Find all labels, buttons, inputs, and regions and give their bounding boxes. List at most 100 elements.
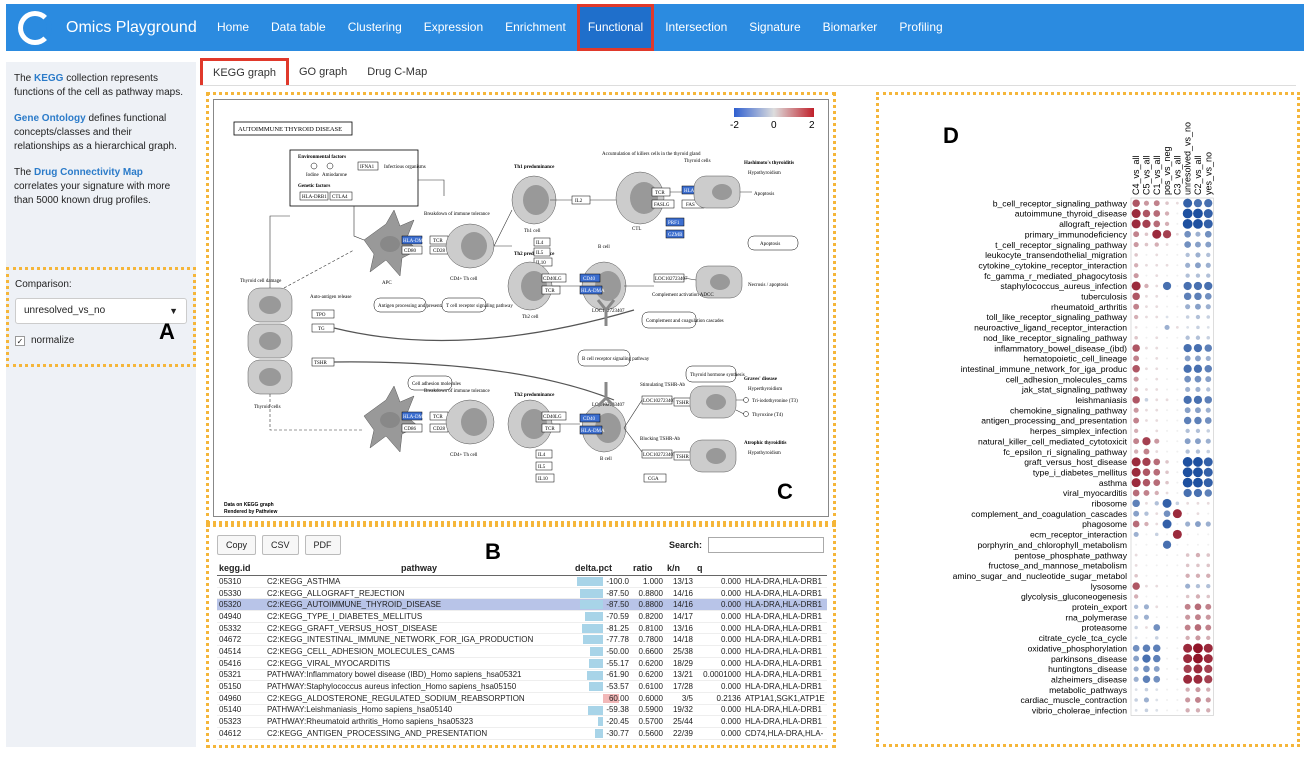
search-input[interactable]	[708, 537, 825, 553]
table-row[interactable]: 05310 C2:KEGG_ASTHMA -100.0 1.000 13/13 0.000…	[217, 575, 827, 588]
table-row[interactable]: 05416 C2:KEGG_VIRAL_MYOCARDITIS -55.17 0.62…	[217, 657, 827, 670]
heatmap-dot	[1193, 643, 1203, 654]
nav-intersection[interactable]: Intersection	[654, 4, 738, 51]
heatmap-dot	[1176, 636, 1179, 639]
heatmap-dot	[1155, 315, 1159, 319]
table-row[interactable]: 05140 PATHWAY:Leishmaniasis_Homo sapiens_…	[217, 704, 827, 717]
col-delta-pct[interactable]: delta.pct	[573, 561, 631, 576]
cell-genes: HLA-DRA,HLA-DRB1	[743, 598, 827, 612]
col-kegg-id[interactable]: kegg.id	[217, 561, 265, 576]
heatmap-dot	[1154, 501, 1159, 506]
table-row[interactable]: 05320 C2:KEGG_AUTOIMMUNE_THYROID_DISEASE -…	[217, 598, 827, 612]
col-ratio[interactable]: ratio	[631, 561, 665, 576]
nav-data-table[interactable]: Data table	[260, 4, 337, 51]
table-row[interactable]: 04960 C2:KEGG_ALDOSTERONE_REGULATED_SODIU…	[217, 692, 827, 705]
table-row[interactable]: 04672 C2:KEGG_INTESTINAL_IMMUNE_NETWORK_F…	[217, 633, 827, 647]
table-row[interactable]: 05321 PATHWAY:Inflammatory bowel disease …	[217, 669, 827, 682]
heatmap-dot	[1145, 419, 1148, 422]
tab-kegg-graph[interactable]: KEGG graph	[200, 58, 289, 85]
kegg-pathway-image[interactable]: AUTOIMMUNE THYROID DISEASE -2 0 2 Enviro…	[213, 99, 829, 517]
heatmap-dot	[1206, 501, 1210, 505]
heatmap-dot	[1186, 512, 1189, 515]
nav-biomarker[interactable]: Biomarker	[812, 4, 889, 51]
heatmap-dot	[1176, 616, 1179, 619]
nav-enrichment[interactable]: Enrichment	[494, 4, 577, 51]
col-kn[interactable]: k/n	[665, 561, 695, 576]
heatmap-dot	[1155, 388, 1159, 391]
heatmap-dot	[1204, 675, 1213, 684]
label: Th2 cell	[522, 315, 539, 320]
heatmap-dot	[1155, 357, 1159, 360]
table-row[interactable]: 04940 C2:KEGG_TYPE_I_DIABETES_MELLITUS -70…	[217, 610, 827, 623]
heatmap-dot	[1166, 305, 1169, 308]
heatmap-dot	[1183, 674, 1193, 684]
nav-expression[interactable]: Expression	[413, 4, 494, 51]
cell-pathway: PATHWAY:Staphylococcus aureus infection_…	[265, 680, 573, 693]
delta-value: -53.57	[606, 682, 629, 692]
nav-profiling[interactable]: Profiling	[888, 4, 953, 51]
search-label: Search:	[669, 540, 703, 550]
heatmap-dot	[1145, 564, 1148, 567]
cell-kn: 13/13	[665, 575, 695, 588]
nav-signature[interactable]: Signature	[738, 4, 811, 51]
label: TCR	[545, 289, 555, 294]
heatmap-dot	[1133, 510, 1140, 517]
heatmap-dot	[1144, 232, 1149, 237]
heatmap[interactable]: C4_vs_all C5_vs_all C1_vs_all pos_vs_neg C3_…	[879, 95, 1297, 744]
label: FASLG	[654, 203, 670, 208]
table-row[interactable]: 05332 C2:KEGG_GRAFT_VERSUS_HOST_DISEASE -8…	[217, 622, 827, 635]
nav-clustering[interactable]: Clustering	[337, 4, 413, 51]
cell-delta-pct: -70.59	[573, 610, 631, 623]
csv-button[interactable]: CSV	[262, 535, 299, 555]
table-header: kegg.id pathway delta.pct ratio k/n q	[217, 561, 827, 576]
heatmap-dot	[1143, 614, 1150, 620]
heatmap-dot	[1165, 470, 1169, 475]
copy-button[interactable]: Copy	[217, 535, 257, 555]
table-row[interactable]: 04612 C2:KEGG_ANTIGEN_PROCESSING_AND_PRES…	[217, 727, 827, 740]
brand[interactable]: Omics Playground	[18, 11, 197, 45]
heatmap-dot	[1182, 467, 1193, 478]
tab-drug-cmap[interactable]: Drug C-Map	[357, 58, 437, 85]
nav-functional[interactable]: Functional	[576, 4, 655, 51]
kegg-link[interactable]: KEGG	[34, 73, 63, 84]
cell-pathway: C2:KEGG_ALLOGRAFT_REJECTION	[265, 587, 573, 600]
heatmap-dot	[1195, 687, 1201, 693]
heatmap-dot	[1133, 242, 1139, 248]
delta-bar	[582, 635, 603, 645]
heatmap-dot	[1176, 378, 1179, 381]
heatmap-row-label: parkinsons_disease	[1051, 654, 1127, 664]
label: IL5	[536, 251, 544, 256]
heatmap-dot	[1185, 553, 1190, 557]
delta-value: -87.50	[606, 588, 629, 598]
tab-go-graph[interactable]: GO graph	[289, 58, 357, 85]
label: Atrophic thyroiditis	[744, 441, 787, 446]
col-q[interactable]: q	[695, 561, 743, 576]
heatmap-dot	[1206, 387, 1211, 392]
pdf-button[interactable]: PDF	[304, 535, 341, 555]
label: B cell receptor signaling pathway	[582, 357, 650, 362]
heatmap-dot	[1175, 201, 1179, 205]
heatmap-dot	[1155, 616, 1158, 619]
heatmap-dot	[1145, 346, 1148, 350]
table-row[interactable]: 05150 PATHWAY:Staphylococcus aureus infec…	[217, 680, 827, 693]
table-row[interactable]: 05330 C2:KEGG_ALLOGRAFT_REJECTION -87.50 0.…	[217, 587, 827, 600]
heatmap-dot	[1176, 367, 1179, 370]
heatmap-dot	[1165, 491, 1169, 495]
table-row[interactable]: 04514 C2:KEGG_CELL_ADHESION_MOLECULES_CAM…	[217, 645, 827, 658]
heatmap-dot	[1142, 437, 1151, 446]
label: Hypothyroidism	[748, 451, 781, 456]
label: CD28	[433, 427, 445, 432]
heatmap-dot	[1183, 281, 1192, 291]
col-genes[interactable]	[743, 561, 827, 576]
heatmap-dot	[1155, 543, 1158, 546]
nav-home[interactable]: Home	[206, 4, 260, 51]
table-row[interactable]: 05323 PATHWAY:Rheumatoid arthritis_Homo s…	[217, 715, 827, 728]
cmap-link[interactable]: Drug Connectivity Map	[34, 167, 143, 178]
heatmap-dot	[1166, 295, 1169, 298]
heatmap-dot	[1193, 218, 1203, 229]
cell-kegg-id: 04960	[217, 692, 265, 705]
heatmap-dot	[1155, 564, 1158, 567]
go-link[interactable]: Gene Ontology	[14, 113, 86, 124]
heatmap-dot	[1155, 574, 1158, 577]
col-pathway[interactable]: pathway	[265, 561, 573, 576]
